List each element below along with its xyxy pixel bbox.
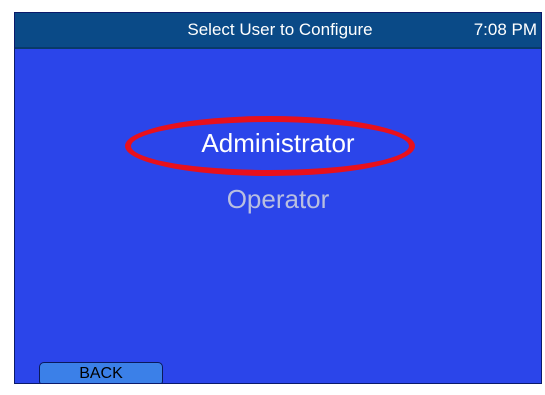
back-button[interactable]: BACK [39,362,163,383]
device-screen: Select User to Configure 7:08 PM Adminis… [14,12,542,384]
clock: 7:08 PM [473,20,537,39]
menu-item-operator[interactable]: Operator [15,184,541,215]
header-bar: Select User to Configure 7:08 PM [15,13,541,49]
menu-item-administrator[interactable]: Administrator [15,128,541,159]
screen-title: Select User to Configure [187,20,373,39]
